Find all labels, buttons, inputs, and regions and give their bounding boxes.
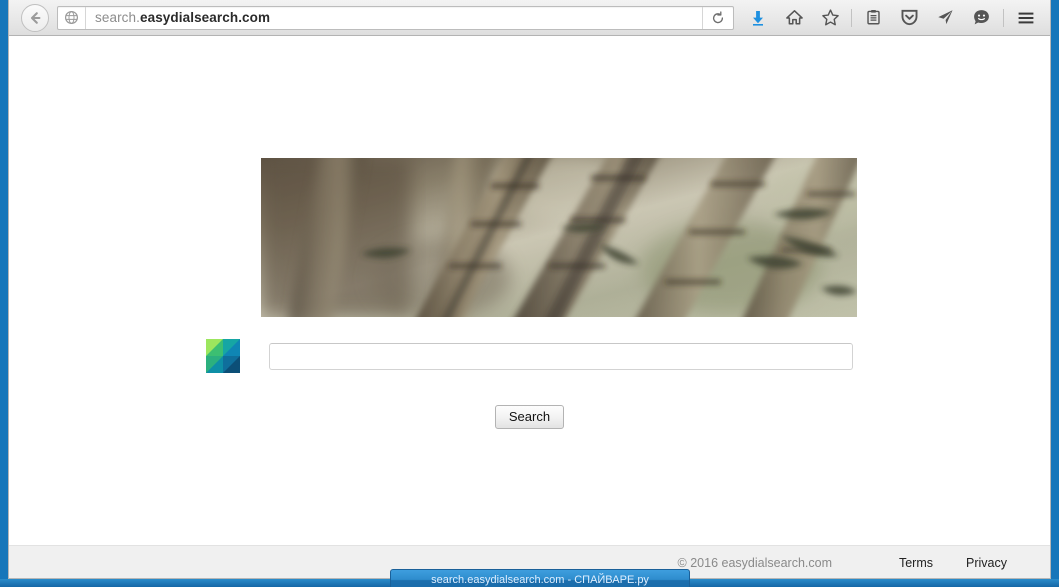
feedback-button[interactable] — [966, 3, 996, 33]
hamburger-icon — [1018, 12, 1034, 23]
url-bar[interactable]: search.easydialsearch.com — [57, 5, 734, 30]
search-button[interactable]: Search — [494, 405, 565, 429]
star-icon — [821, 9, 839, 26]
logo-squares-icon — [206, 339, 240, 373]
taskbar-window-item[interactable]: search.easydialsearch.com - СПАЙВАРЕ.ру — [390, 569, 690, 587]
menu-separator — [1003, 8, 1004, 27]
browser-window: search.easydialsearch.com Search © 2016 … — [8, 0, 1051, 579]
downloads-button[interactable] — [743, 3, 773, 33]
toolbar-separator — [851, 8, 852, 27]
download-arrow-icon — [753, 10, 763, 26]
reader-list-button[interactable] — [858, 3, 888, 33]
browser-navigation-toolbar: search.easydialsearch.com — [9, 0, 1050, 36]
paper-plane-icon — [937, 10, 953, 25]
clipboard-icon — [866, 9, 880, 25]
identity-box[interactable] — [58, 6, 86, 29]
bamboo-hero-image — [261, 158, 857, 317]
page-content: Search © 2016 easydialsearch.com Terms P… — [9, 36, 1050, 578]
smiley-icon — [973, 10, 989, 25]
shield-chevron-icon — [901, 9, 917, 26]
reload-icon — [712, 10, 723, 23]
os-window-frame: search.easydialsearch.com Search © 2016 … — [0, 0, 1059, 587]
bookmark-star-button[interactable] — [815, 3, 845, 33]
search-row — [9, 339, 1050, 373]
search-input[interactable] — [269, 342, 853, 370]
home-button[interactable] — [779, 3, 809, 33]
reload-button[interactable] — [702, 6, 732, 29]
home-icon — [785, 10, 803, 25]
bamboo-photo — [261, 158, 857, 317]
pocket-button[interactable] — [894, 3, 924, 33]
send-button[interactable] — [930, 3, 960, 33]
search-button-row: Search — [9, 405, 1050, 429]
menu-button[interactable] — [1011, 3, 1041, 33]
back-arrow-icon — [30, 11, 41, 24]
globe-icon — [64, 10, 79, 25]
easydialsearch-logo — [206, 339, 240, 373]
back-button[interactable] — [21, 3, 49, 32]
url-text[interactable]: search.easydialsearch.com — [86, 10, 702, 25]
os-taskbar: search.easydialsearch.com - СПАЙВАРЕ.ру — [0, 567, 1059, 587]
